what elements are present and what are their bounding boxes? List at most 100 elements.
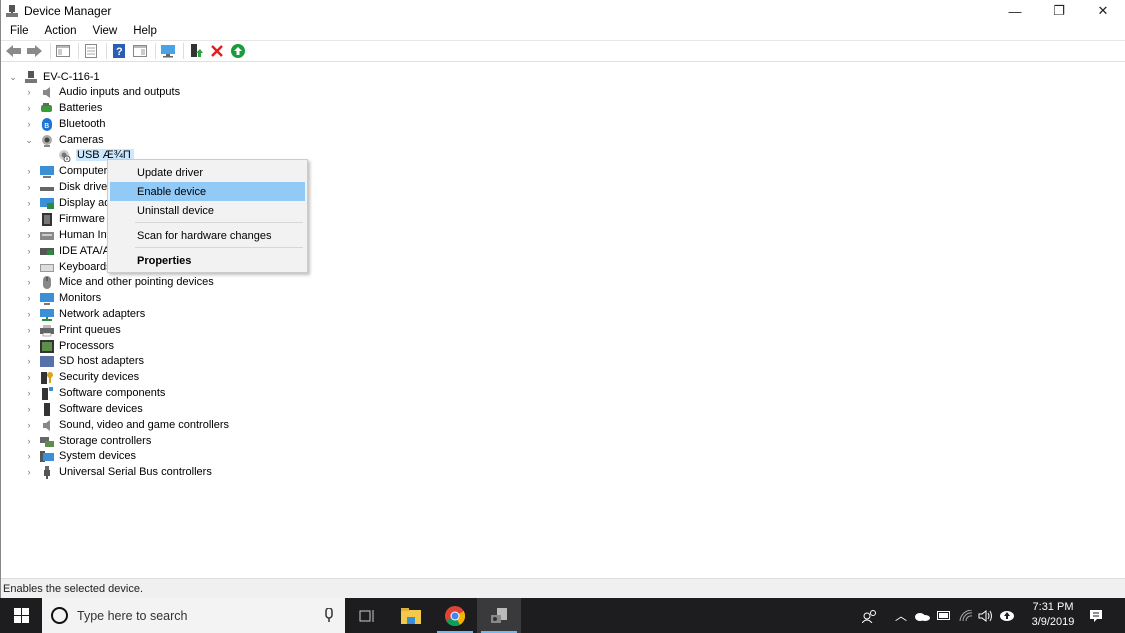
minimize-button[interactable]: — xyxy=(993,0,1037,22)
tree-item-system[interactable]: › System devices xyxy=(24,448,137,464)
expand-chevron-icon[interactable]: › xyxy=(24,103,34,113)
battery-button[interactable] xyxy=(935,598,953,633)
show-hidden-icons-button[interactable]: ︿ xyxy=(893,598,909,633)
file-explorer-button[interactable] xyxy=(389,598,433,633)
menu-view[interactable]: View xyxy=(84,25,125,37)
notification-icon xyxy=(1090,609,1102,622)
menu-item-properties[interactable]: Properties xyxy=(110,251,305,270)
expand-chevron-icon[interactable]: › xyxy=(24,214,34,224)
menu-item-enable-device[interactable]: Enable device xyxy=(110,182,305,201)
tree-item-batteries[interactable]: › Batteries xyxy=(24,100,103,116)
tree-item-label: Universal Serial Bus controllers xyxy=(59,466,212,478)
expand-chevron-icon[interactable]: › xyxy=(24,388,34,398)
tree-item-monitors[interactable]: › Monitors xyxy=(24,290,101,306)
expand-chevron-icon[interactable]: › xyxy=(24,230,34,240)
task-view-button[interactable] xyxy=(345,598,389,633)
back-button[interactable] xyxy=(5,42,23,60)
collapse-chevron-icon[interactable]: ⌄ xyxy=(8,72,18,83)
tree-item-network[interactable]: › Network adapters xyxy=(24,306,145,322)
menu-file[interactable]: File xyxy=(1,25,36,37)
tree-item-label: Software devices xyxy=(59,403,143,415)
menu-item-uninstall-device[interactable]: Uninstall device xyxy=(110,201,305,220)
device-manager-taskbar-icon xyxy=(491,607,507,623)
svg-text:ʙ: ʙ xyxy=(44,121,49,131)
expand-chevron-icon[interactable]: › xyxy=(24,372,34,382)
menu-help[interactable]: Help xyxy=(124,25,164,37)
battery-icon xyxy=(40,102,54,115)
firmware-icon xyxy=(40,212,54,226)
menu-action[interactable]: Action xyxy=(36,25,84,37)
show-hide-console-tree-button[interactable] xyxy=(54,42,72,60)
expand-chevron-icon[interactable]: › xyxy=(24,309,34,319)
expand-chevron-icon[interactable]: › xyxy=(24,166,34,176)
show-hide-action-pane-button[interactable] xyxy=(131,42,149,60)
tree-item-storage[interactable]: › Storage controllers xyxy=(24,433,152,449)
tree-item-computer[interactable]: › Computer xyxy=(24,163,107,179)
forward-button[interactable] xyxy=(26,42,44,60)
menu-item-scan-hardware[interactable]: Scan for hardware changes xyxy=(110,226,305,245)
tree-item-disk-drives[interactable]: › Disk drives xyxy=(24,179,113,195)
expand-chevron-icon[interactable]: › xyxy=(24,198,34,208)
chrome-button[interactable] xyxy=(433,598,477,633)
start-button[interactable] xyxy=(0,598,42,633)
expand-chevron-icon[interactable]: › xyxy=(24,87,34,97)
tree-item-software-components[interactable]: › Software components xyxy=(24,385,165,401)
help-button[interactable]: ? xyxy=(110,42,128,60)
tree-item-bluetooth[interactable]: › ʙ Bluetooth xyxy=(24,116,105,132)
expand-chevron-icon[interactable]: › xyxy=(24,277,34,287)
close-button[interactable]: ✕ xyxy=(1081,0,1125,22)
expand-chevron-icon[interactable]: › xyxy=(24,119,34,129)
expand-chevron-icon[interactable]: › xyxy=(24,404,34,414)
expand-chevron-icon[interactable]: › xyxy=(24,467,34,477)
usb-icon xyxy=(40,465,54,479)
clock[interactable]: 7:31 PM 3/9/2019 xyxy=(1023,600,1083,630)
wifi-button[interactable] xyxy=(957,598,975,633)
collapse-chevron-icon[interactable]: ⌄ xyxy=(24,135,34,146)
taskbar-search[interactable]: Type here to search xyxy=(42,598,345,633)
tree-item-label: System devices xyxy=(59,450,137,462)
restore-button[interactable]: ❐ xyxy=(1037,0,1081,22)
expand-chevron-icon[interactable]: › xyxy=(24,420,34,430)
expand-chevron-icon[interactable]: › xyxy=(24,341,34,351)
device-manager-taskbar-button[interactable] xyxy=(477,598,521,633)
processor-icon xyxy=(40,339,54,353)
tree-item-cameras[interactable]: ⌄ Cameras xyxy=(24,132,104,148)
uninstall-button[interactable] xyxy=(208,42,226,60)
expand-chevron-icon[interactable]: › xyxy=(24,436,34,446)
volume-button[interactable] xyxy=(977,598,995,633)
properties-button[interactable] xyxy=(82,42,100,60)
tree-item-mice[interactable]: › Mice and other pointing devices xyxy=(24,274,214,290)
expand-chevron-icon[interactable]: › xyxy=(24,356,34,366)
menu-item-label: Update driver xyxy=(137,166,204,179)
update-driver-button[interactable] xyxy=(187,42,205,60)
expand-chevron-icon[interactable]: › xyxy=(24,182,34,192)
disk-icon xyxy=(40,181,54,194)
expand-chevron-icon[interactable]: › xyxy=(24,262,34,272)
windows-logo-icon xyxy=(13,608,29,623)
expand-chevron-icon[interactable]: › xyxy=(24,293,34,303)
tree-root[interactable]: ⌄ EV-C-116-1 xyxy=(8,69,100,85)
action-center-button[interactable] xyxy=(1084,598,1108,633)
expand-chevron-icon[interactable]: › xyxy=(24,325,34,335)
tree-item-security[interactable]: › Security devices xyxy=(24,369,139,385)
tree-item-sound[interactable]: › Sound, video and game controllers xyxy=(24,417,230,433)
expand-chevron-icon[interactable]: › xyxy=(24,451,34,461)
microphone-icon[interactable] xyxy=(325,608,333,622)
tree-item-processors[interactable]: › Processors xyxy=(24,338,114,354)
monitor-icon xyxy=(40,292,54,305)
expand-chevron-icon[interactable]: › xyxy=(24,246,34,256)
tree-item-print-queues[interactable]: › Print queues xyxy=(24,322,121,338)
onedrive-button[interactable] xyxy=(913,598,931,633)
tree-item-firmware[interactable]: › Firmware xyxy=(24,211,105,227)
tree-item-usb[interactable]: › Universal Serial Bus controllers xyxy=(24,464,212,480)
upload-cloud-button[interactable] xyxy=(997,598,1017,633)
menu-item-update-driver[interactable]: Update driver xyxy=(110,163,305,182)
tree-item-label: Print queues xyxy=(59,324,121,336)
tree-item-keyboards[interactable]: › Keyboards xyxy=(24,259,112,275)
tree-item-audio[interactable]: › Audio inputs and outputs xyxy=(24,84,181,100)
enable-button[interactable] xyxy=(229,42,247,60)
people-button[interactable] xyxy=(860,598,880,633)
scan-hardware-button[interactable] xyxy=(159,42,177,60)
tree-item-software-devices[interactable]: › Software devices xyxy=(24,401,143,417)
tree-item-sd-host[interactable]: › SD host adapters xyxy=(24,353,145,369)
